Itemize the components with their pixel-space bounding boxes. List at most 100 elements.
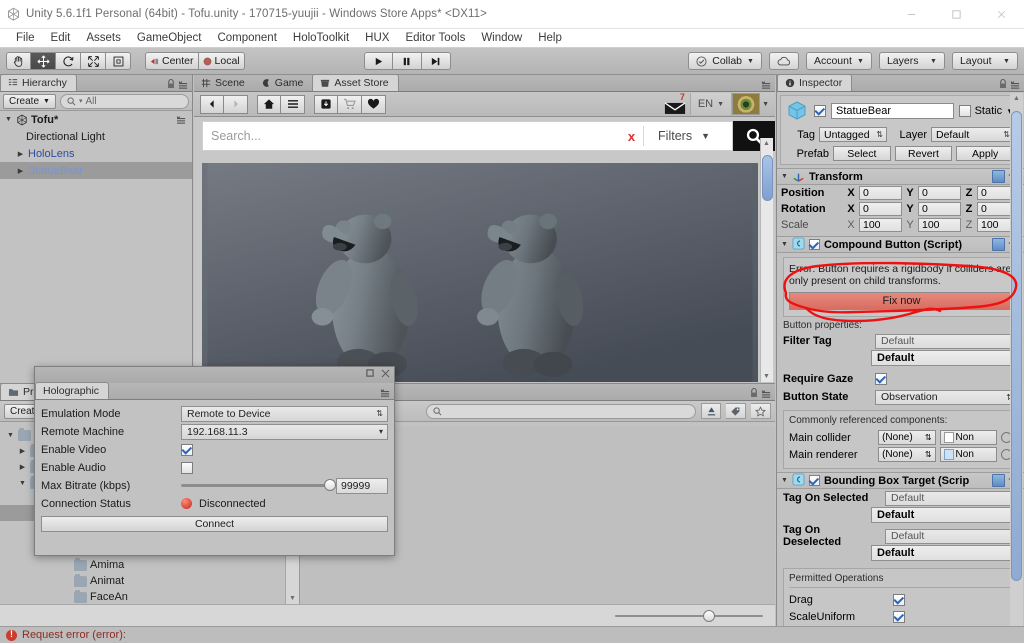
chevron-down-icon[interactable]: ▼ [760,101,769,108]
cloud-button[interactable] [768,52,799,70]
compound-button-enabled-checkbox[interactable] [808,239,820,250]
tab-holographic[interactable]: Holographic [35,382,110,399]
assetstore-search-box[interactable]: x Filters ▼ [202,121,733,151]
play-button[interactable] [363,52,393,70]
home-icon[interactable] [257,94,281,114]
chevron-right-icon[interactable]: ▶ [16,167,25,175]
tab-asset-store[interactable]: Asset Store [312,74,399,91]
menu-window[interactable]: Window [473,29,530,48]
object-enabled-checkbox[interactable] [814,105,826,117]
chevron-right-icon[interactable]: ▶ [18,463,27,471]
maximize-button[interactable] [934,0,979,29]
rotation-x-field[interactable]: 0 [859,202,902,216]
downloads-icon[interactable] [314,94,338,114]
assetstore-scrollbar[interactable]: ▲ ▼ [760,138,773,382]
list-icon[interactable] [281,94,305,114]
permitted-drag-checkbox[interactable] [893,593,905,606]
filter-tag-field-2[interactable]: Default [871,350,1018,366]
hand-tool-icon[interactable] [6,52,31,70]
pivot-rotation-button[interactable]: Local [198,52,245,70]
enable-video-checkbox[interactable] [181,443,193,456]
remote-machine-input[interactable]: 192.168.11.3 ▾ [181,423,388,440]
tag-on-deselected-field-2[interactable]: Default [871,545,1018,561]
slider-knob[interactable] [703,609,715,622]
minimize-button[interactable] [889,0,934,29]
inspector-tab-tools[interactable] [999,79,1021,89]
menu-editor-tools[interactable]: Editor Tools [397,29,473,48]
max-bitrate-value[interactable]: 99999 [336,477,388,494]
compound-button-component-header[interactable]: ▼ Compound Button (Script) [777,236,1024,253]
hierarchy-item-hololens[interactable]: ▶ HoloLens [0,145,192,162]
tag-on-selected-field-2[interactable]: Default [871,507,1018,523]
hierarchy-item-directional-light[interactable]: Directional Light [0,128,192,145]
chevron-down-icon[interactable]: ▼ [781,173,788,180]
rotate-tool-icon[interactable] [56,52,81,70]
cart-icon[interactable] [338,94,362,114]
avatar[interactable] [732,93,761,115]
menu-component[interactable]: Component [209,29,284,48]
connect-button[interactable]: Connect [41,516,388,532]
object-name-field[interactable]: StatueBear [831,103,954,119]
close-button[interactable] [979,0,1024,29]
filter-by-label-icon[interactable] [726,403,746,419]
bounding-box-target-component-header[interactable]: ▼ Bounding Box Target (Scrip [777,472,1024,489]
favorites-star-icon[interactable] [751,403,771,419]
menu-holotoolkit[interactable]: HoloToolkit [285,29,357,48]
account-button[interactable]: Account ▼ [805,52,872,70]
search-input[interactable] [211,129,620,143]
collab-button[interactable]: Collab ▼ [688,52,762,70]
fix-now-button[interactable]: Fix now [789,292,1014,310]
tree-row[interactable]: Amima [0,557,299,573]
static-toggle[interactable]: Static ▼ [958,105,1014,117]
chevron-down-icon[interactable]: ▼ [4,116,13,123]
back-arrow-icon[interactable] [200,94,224,114]
hierarchy-create-button[interactable]: Create ▼ [3,93,56,109]
bounding-box-enabled-checkbox[interactable] [808,475,820,486]
main-renderer-objectfield[interactable]: Non [939,447,998,462]
menu-edit[interactable]: Edit [43,29,79,48]
transform-component-header[interactable]: ▼ Transform [777,168,1024,185]
inspector-scrollbar[interactable]: ▲ ▼ [1010,93,1023,643]
language-selector[interactable]: EN ▼ [689,93,733,115]
chevron-down-icon[interactable]: ▼ [781,241,788,248]
layers-button[interactable]: Layers ▼ [878,52,945,70]
enable-audio-checkbox[interactable] [181,461,193,474]
filters-button[interactable]: Filters ▼ [644,129,724,143]
status-bar[interactable]: Request error (error): [0,626,1024,643]
tree-row[interactable]: Animat [0,573,299,589]
menu-gameobject[interactable]: GameObject [129,29,210,48]
step-button[interactable] [421,52,451,70]
chevron-right-icon[interactable]: ▶ [18,447,27,455]
heart-icon[interactable] [362,94,386,114]
max-bitrate-slider[interactable] [181,479,336,491]
main-collider-dropdown[interactable]: (None) ⇅ [878,430,936,445]
chevron-down-icon[interactable]: ▼ [6,432,15,439]
move-tool-icon[interactable] [31,52,56,70]
chevron-down-icon[interactable]: ▼ [18,480,27,487]
scroll-up-icon[interactable]: ▲ [763,140,770,147]
tag-dropdown[interactable]: Untagged ⇅ [819,127,887,142]
scrollbar-thumb[interactable] [762,155,773,201]
position-x-field[interactable]: 0 [859,186,902,200]
slider-knob[interactable] [324,479,336,491]
button-state-dropdown[interactable]: Observation ⇅ [875,389,1018,405]
clear-search-icon[interactable]: x [620,129,643,144]
layout-button[interactable]: Layout ▼ [951,52,1018,70]
hierarchy-tab-tools[interactable] [167,79,189,89]
filter-by-type-icon[interactable] [701,403,721,419]
main-collider-objectfield[interactable]: Non [939,430,998,445]
position-y-field[interactable]: 0 [918,186,961,200]
prefab-select-button[interactable]: Select [833,146,891,161]
assetstore-tab-tools[interactable] [761,80,772,89]
filter-tag-field[interactable]: Default [875,333,1018,349]
chevron-down-icon[interactable]: ▼ [781,477,788,484]
emulation-mode-dropdown[interactable]: Remote to Device ⇅ [181,405,388,422]
menu-help[interactable]: Help [530,29,570,48]
tree-row[interactable]: FaceAn [0,589,299,605]
tab-hierarchy[interactable]: Hierarchy [0,74,77,91]
scale-tool-icon[interactable] [81,52,106,70]
scale-y-field[interactable]: 100 [918,218,961,232]
rect-tool-icon[interactable] [106,52,131,70]
tag-on-deselected-field[interactable]: Default [885,528,1018,544]
menu-hux[interactable]: HUX [357,29,397,48]
